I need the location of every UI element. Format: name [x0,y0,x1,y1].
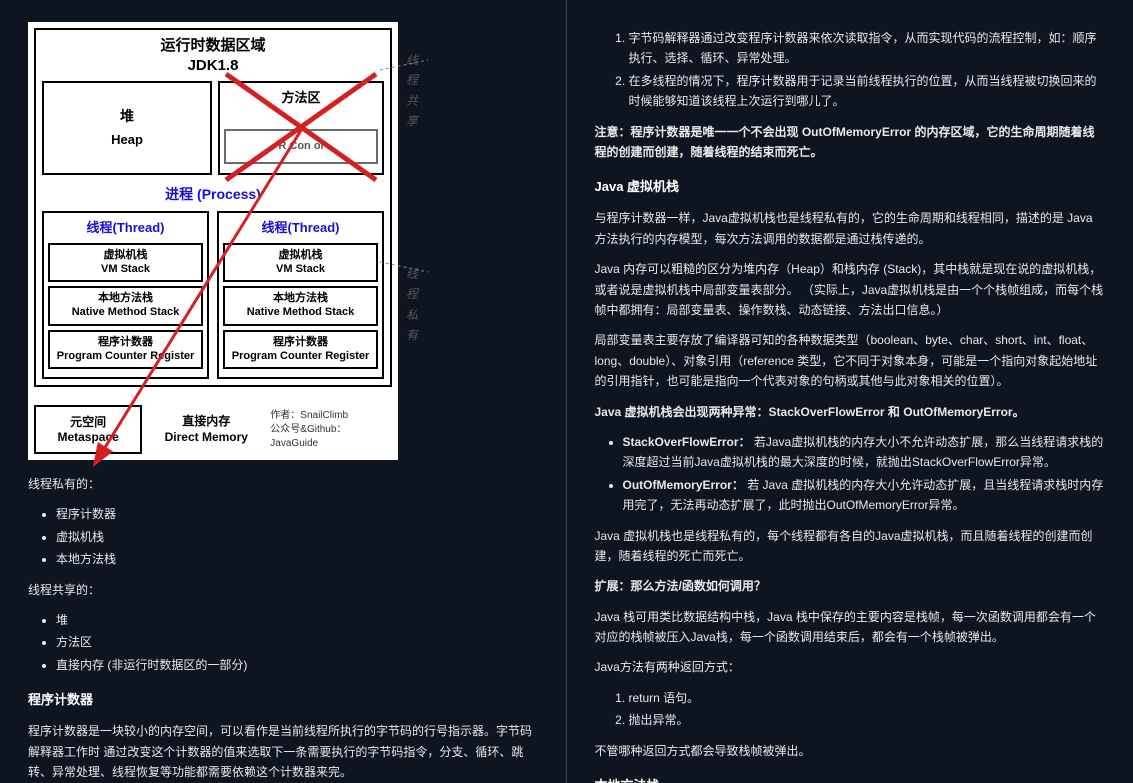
thread-box: 线程(Thread) 虚拟机栈VM Stack 本地方法栈Native Meth… [42,211,209,380]
list-item: 堆 [56,610,538,630]
list-item: OutOfMemoryError： 若 Java 虚拟机栈的内存大小允许动态扩展… [623,475,1106,516]
thread-box: 线程(Thread) 虚拟机栈VM Stack 本地方法栈Native Meth… [217,211,384,380]
list-item: 字节码解释器通过改变程序计数器来依次读取指令，从而实现代码的流程控制，如：顺序执… [629,28,1106,69]
list-item: 直接内存 (非运行时数据区的一部分) [56,655,538,675]
thread-label: 线程(Thread) [223,217,378,239]
list-item: return 语句。 [629,688,1106,708]
paragraph: 不管哪种返回方式都会导致栈帧被弹出。 [595,741,1106,761]
paragraph: Java 栈可用类比数据结构中栈，Java 栈中保存的主要内容是栈帧，每一次函数… [595,607,1106,648]
paragraph: 局部变量表主要存放了编译器可知的各种数据类型（boolean、byte、char… [595,330,1106,391]
right-column: 字节码解释器通过改变程序计数器来依次读取指令，从而实现代码的流程控制，如：顺序执… [567,0,1133,783]
runtime-data-area-diagram: 运行时数据区域 JDK1.8 堆 Heap 方法区 R Con ol 进程 (P… [28,22,398,460]
list-item: 抛出异常。 [629,710,1106,730]
list-item: 虚拟机栈 [56,527,538,547]
extension-label: 扩展：那么方法/函数如何调用？ [595,576,1106,596]
diagram-credit: 作者：SnailClimb公众号&Github：JavaGuide [270,409,392,451]
paragraph: Java 内存可以粗糙的区分为堆内存（Heap）和栈内存 (Stack)，其中栈… [595,259,1106,320]
method-area-box: 方法区 R Con ol [218,81,384,175]
paragraph: 与程序计数器一样，Java虚拟机栈也是线程私有的，它的生命周期和线程相同，描述的… [595,208,1106,249]
pc-note: 注意：程序计数器是唯一一个不会出现 OutOfMemoryError 的内存区域… [595,122,1106,163]
native-stack-box: 本地方法栈Native Method Stack [223,286,378,326]
annotation-shared: 线程共享 [406,50,418,132]
process-label: 进程 (Process) [42,183,384,207]
list-item: 在多线程的情况下，程序计数器用于记录当前线程执行的位置，从而当线程被切换回来的时… [629,71,1106,112]
thread-shared-label: 线程共享的： [28,580,538,600]
thread-shared-list: 堆 方法区 直接内存 (非运行时数据区的一部分) [28,610,538,675]
vm-stack-errors-list: StackOverFlowError： 若Java虚拟机栈的内存大小不允许动态扩… [595,432,1106,516]
runtime-constant-pool-box: R Con ol [224,129,378,164]
vm-stack-box: 虚拟机栈VM Stack [223,243,378,283]
native-stack-box: 本地方法栈Native Method Stack [48,286,203,326]
list-item: 程序计数器 [56,504,538,524]
heading-program-counter: 程序计数器 [28,689,538,711]
left-column: 运行时数据区域 JDK1.8 堆 Heap 方法区 R Con ol 进程 (P… [0,0,567,783]
pc-roles-list: 字节码解释器通过改变程序计数器来依次读取指令，从而实现代码的流程控制，如：顺序执… [595,28,1106,112]
vm-stack-box: 虚拟机栈VM Stack [48,243,203,283]
thread-private-list: 程序计数器 虚拟机栈 本地方法栈 [28,504,538,569]
direct-memory-label: 直接内存Direct Memory [152,414,260,445]
paragraph: Java 虚拟机栈也是线程私有的，每个线程都有各自的Java虚拟机栈，而且随着线… [595,526,1106,567]
thread-label: 线程(Thread) [48,217,203,239]
annotation-private: 线程私有 [406,264,418,346]
metaspace-box: 元空间Metaspace [34,405,142,454]
return-methods-list: return 语句。 抛出异常。 [595,688,1106,731]
heading-vm-stack: Java 虚拟机栈 [595,176,1106,198]
method-area-label: 方法区 [224,87,378,109]
heading-native-stack: 本地方法栈 [595,775,1106,783]
pc-register-box: 程序计数器Program Counter Register [223,330,378,370]
paragraph: 程序计数器是一块较小的内存空间，可以看作是当前线程所执行的字节码的行号指示器。字… [28,721,538,782]
heap-box: 堆 Heap [42,81,212,175]
vm-stack-errors-intro: Java 虚拟机栈会出现两种异常：StackOverFlowError 和 Ou… [595,402,1106,422]
list-item: 方法区 [56,632,538,652]
return-methods-label: Java方法有两种返回方式： [595,657,1106,677]
list-item: 本地方法栈 [56,549,538,569]
list-item: StackOverFlowError： 若Java虚拟机栈的内存大小不允许动态扩… [623,432,1106,473]
diagram-title: 运行时数据区域 JDK1.8 [42,36,384,75]
pc-register-box: 程序计数器Program Counter Register [48,330,203,370]
thread-private-label: 线程私有的： [28,474,538,494]
